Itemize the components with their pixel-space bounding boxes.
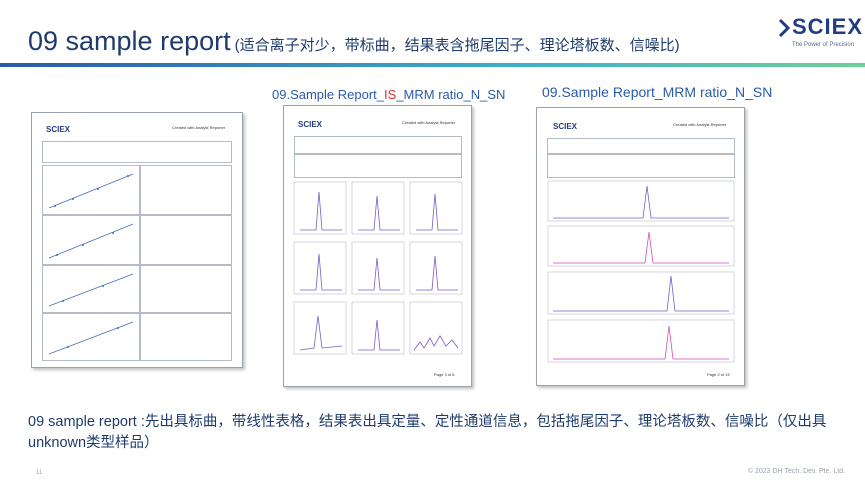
doc1-table-1 (140, 165, 232, 215)
sciex-logo: SCIEX The Power of Precision (778, 14, 862, 56)
doc1-info-table (42, 141, 232, 163)
doc1-curve-3 (42, 265, 140, 313)
doc3-info-table (547, 138, 735, 154)
doc2-info-table (294, 136, 462, 154)
report-preview-mrm: SCIEX Created with Analyst Reporter Page… (536, 107, 745, 386)
doc3-header: Created with Analyst Reporter (673, 122, 727, 127)
doc2-results-table (294, 154, 462, 178)
doc1-table-2 (140, 215, 232, 265)
doc2-header: Created with Analyst Reporter (402, 120, 456, 125)
doc3-logo: SCIEX (553, 122, 578, 131)
doc1-header: Created with Analyst Reporter (172, 125, 226, 130)
doc3-page-number: Page 2 of 15 (707, 372, 730, 377)
report-preview-is: SCIEX Created with Analyst Reporter Page… (283, 105, 472, 387)
doc2-page-number: Page 3 of 6 (434, 372, 455, 377)
slide-title-main: 09 sample report (28, 26, 231, 56)
doc1-curve-2 (42, 215, 140, 265)
slide-title-subtitle: (适合离子对少，带标曲，结果表含拖尾因子、理论塔板数、信噪比) (234, 37, 680, 54)
sciex-mark-icon (778, 18, 791, 38)
report-preview-calibration: SCIEX Created with Analyst Reporter (31, 112, 243, 368)
caption-is-report: 09.Sample Report_IS_MRM ratio_N_SN (272, 87, 506, 102)
slide-description: 09 sample report :先出具标曲，带线性表格，结果表出具定量、定性… (28, 414, 827, 451)
doc1-table-4 (140, 313, 232, 361)
doc2-chromatogram-grid (293, 181, 463, 355)
logo-wordmark: SCIEX (792, 14, 864, 39)
caption-is-highlight: IS (384, 87, 397, 102)
doc2-logo: SCIEX (298, 120, 323, 129)
slide-page-number: 11 (36, 470, 43, 476)
doc1-curve-1 (42, 165, 140, 215)
slide-title: 09 sample report (适合离子对少，带标曲，结果表含拖尾因子、理论塔… (28, 26, 680, 57)
doc3-results-table (547, 154, 735, 178)
header-divider (0, 63, 865, 67)
logo-tagline: The Power of Precision (792, 42, 855, 48)
doc3-chromatogram-stack (547, 180, 735, 363)
copyright-notice: © 2023 DH Tech. Dev. Pte. Ltd. (747, 468, 845, 475)
doc1-logo: SCIEX (46, 125, 71, 134)
doc1-curve-4 (42, 313, 140, 361)
caption-mrm-report: 09.Sample Report_MRM ratio_N_SN (542, 84, 773, 100)
doc1-table-3 (140, 265, 232, 313)
